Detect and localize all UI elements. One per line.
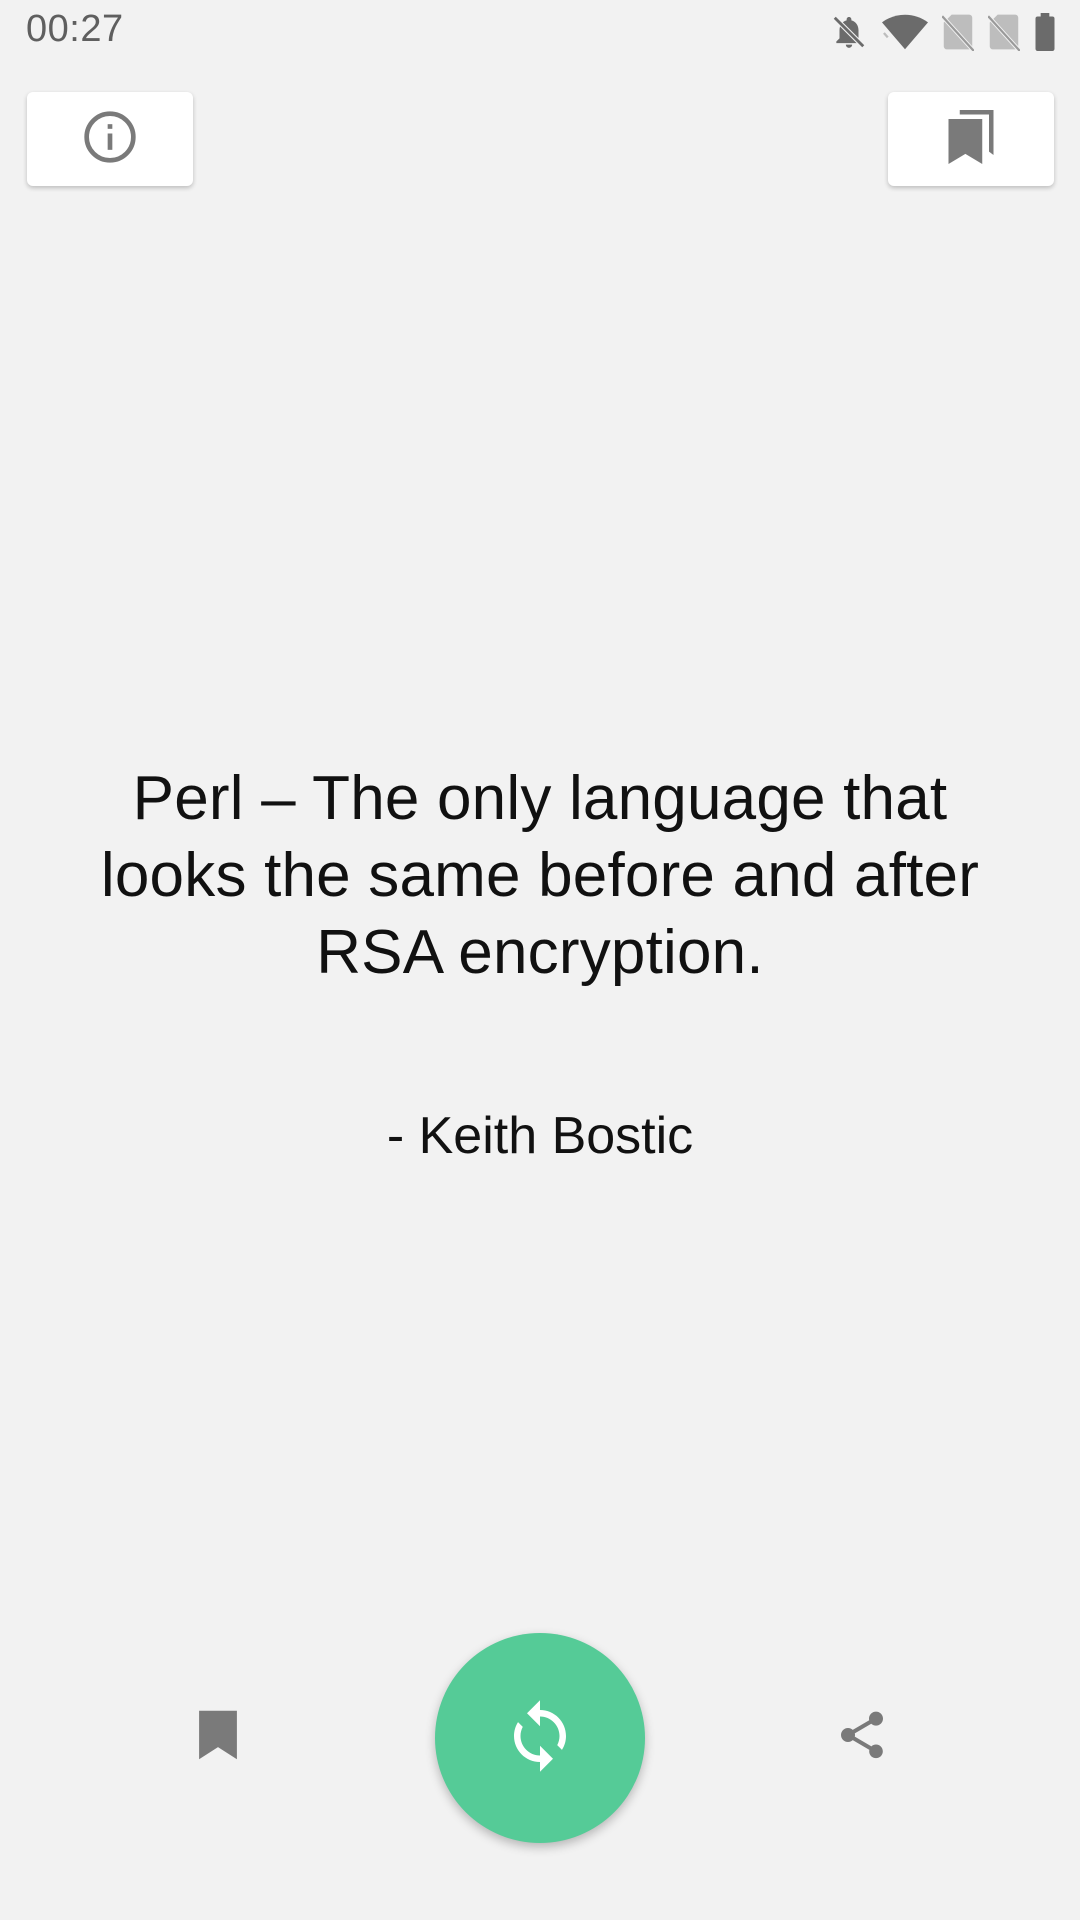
share-icon bbox=[834, 1706, 890, 1769]
status-bar: 00:27 bbox=[0, 0, 1080, 62]
quote-author: - Keith Bostic bbox=[386, 1107, 694, 1165]
status-icons bbox=[830, 12, 1056, 52]
info-button[interactable] bbox=[27, 92, 193, 186]
bookmark-icon bbox=[196, 1708, 240, 1767]
no-sim-icon bbox=[942, 13, 974, 51]
bookmark-button[interactable] bbox=[178, 1693, 258, 1781]
wifi-icon bbox=[882, 14, 928, 50]
share-button[interactable] bbox=[822, 1693, 902, 1781]
status-time: 00:27 bbox=[26, 8, 124, 50]
bookmarks-icon bbox=[944, 107, 998, 172]
notifications-off-icon bbox=[830, 13, 868, 51]
battery-icon bbox=[1034, 13, 1056, 51]
refresh-button[interactable] bbox=[435, 1633, 645, 1843]
quote-screen: 00:27 Perl – The only language that look… bbox=[0, 0, 1080, 1920]
bookmarks-button[interactable] bbox=[888, 92, 1054, 186]
no-sim-icon bbox=[988, 13, 1020, 51]
info-icon bbox=[82, 109, 138, 170]
refresh-icon bbox=[501, 1695, 579, 1782]
quote-text: Perl – The only language that looks the … bbox=[100, 764, 980, 987]
